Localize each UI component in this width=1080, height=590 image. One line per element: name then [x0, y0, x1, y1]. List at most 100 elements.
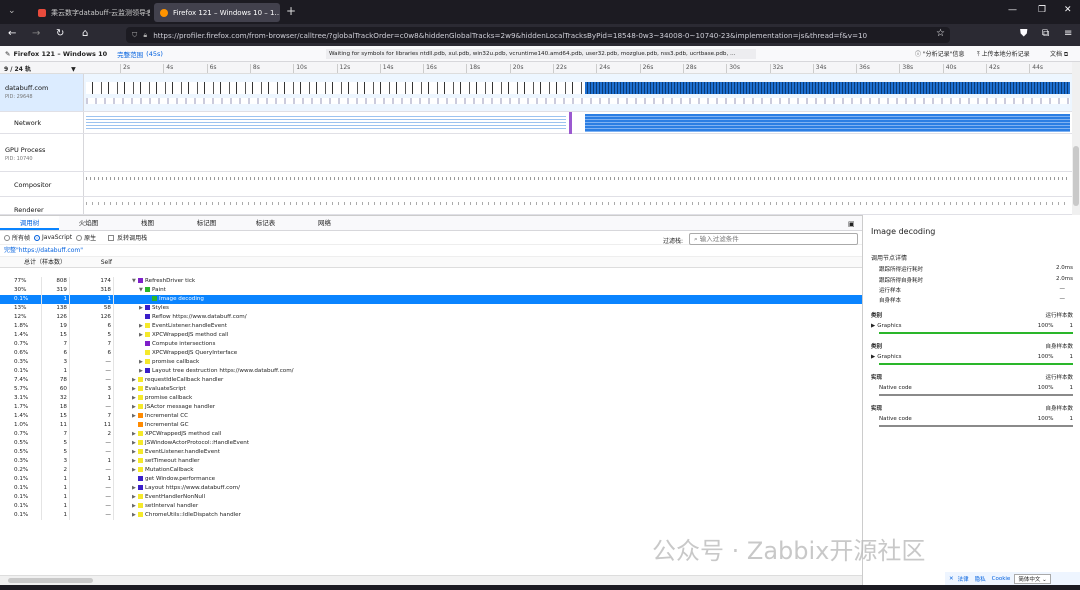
forward-icon[interactable]: →	[32, 28, 40, 39]
call-tree-row[interactable]: 1.7% 18— ▶ JSActor message handler	[0, 403, 862, 412]
language-select[interactable]: 简体中文 ⌄	[1014, 573, 1051, 584]
radio-javascript[interactable]	[34, 234, 41, 241]
scrollbar-thumb[interactable]	[1073, 146, 1079, 206]
call-tree-row[interactable]: 0.3% 3— ▶ promise callback	[0, 358, 862, 367]
timeline-tick: 18s	[466, 64, 480, 73]
function-name: EventListener.handleEvent	[152, 323, 227, 329]
tab-firefox-profiler[interactable]: Firefox 121 – Windows 10 – 1… ✕	[154, 3, 280, 22]
docs-button[interactable]: 文档 ⧉	[1050, 49, 1068, 59]
profile-title[interactable]: Firefox 121 – Windows 10	[13, 50, 107, 58]
close-icon[interactable]: ✕	[949, 576, 954, 582]
menu-icon[interactable]: ≡	[1064, 28, 1072, 39]
call-tree-row[interactable]: 12% 126 126 Reflow https://www.databuff.com…	[0, 313, 862, 322]
privacy-link[interactable]: 隐私	[975, 575, 986, 583]
tab-network[interactable]: 网络	[295, 216, 354, 230]
track-label[interactable]: Network	[0, 112, 84, 133]
call-tree-row[interactable]: 0.6% 6 6 XPCWrappedJS QueryInterface	[0, 349, 862, 358]
track-label[interactable]: databuff.com PID: 29648	[0, 74, 84, 111]
call-tree-row[interactable]: 13% 138 58 ▶ Styles	[0, 304, 862, 313]
horizontal-scrollbar[interactable]	[0, 575, 862, 585]
call-tree-row[interactable]: 0.2% 2— ▶ MutationCallback	[0, 466, 862, 475]
call-tree-row[interactable]: 0.3% 3 1 ▶ setTimeout handler	[0, 457, 862, 466]
call-tree-row[interactable]: 77% 808 174 ▼ RefreshDriver tick	[0, 277, 862, 286]
call-tree-row[interactable]: 0.1% 1 1 Image decoding	[0, 295, 862, 304]
track-label[interactable]: GPU Process PID: 10740	[0, 134, 84, 171]
tab-call-tree[interactable]: 调用树	[0, 216, 59, 230]
call-tree-row[interactable]: 7.4% 78— ▶ requestIdleCallback handler	[0, 376, 862, 385]
track-renderer[interactable]: Renderer	[0, 197, 1072, 215]
track-count-button[interactable]: 9 / 24 轨 ▼	[4, 64, 76, 73]
call-tree-row[interactable]: 0.5% 5— ▶ EventListener.handleEvent	[0, 448, 862, 457]
radio-native[interactable]	[76, 234, 83, 241]
tab-databuff[interactable]: 乘云数字databuff-云监测领导者 ✕	[32, 3, 150, 22]
call-tree-row[interactable]: 1.4% 15 7 ▶ Incremental CC	[0, 412, 862, 421]
maximize-icon[interactable]: ❐	[1038, 5, 1046, 15]
call-tree-row[interactable]: 0.7% 7 7 Compute intersections	[0, 340, 862, 349]
tab-list-icon[interactable]: ⌄	[8, 6, 16, 16]
call-tree-row[interactable]: 0.1% 1 1 get Window.performance	[0, 475, 862, 484]
bookmark-star-icon[interactable]: ☆	[936, 28, 945, 39]
track-databuff[interactable]: databuff.com PID: 29648	[0, 74, 1072, 112]
call-tree-row[interactable]: 3.1% 32 1 ▶ promise callback	[0, 394, 862, 403]
call-tree-row[interactable]: 1.8% 19 6 ▶ EventListener.handleEvent	[0, 322, 862, 331]
shield-icon[interactable]: ⛉	[132, 30, 137, 40]
call-tree-row[interactable]: 0.7% 7 2 ▶ XPCWrappedJS method call	[0, 430, 862, 439]
extensions-icon[interactable]: ⧉	[1042, 28, 1049, 39]
pocket-icon[interactable]: ⛊	[1020, 28, 1028, 39]
category-self-item[interactable]: ▶ Graphics 100% 1	[871, 354, 1073, 360]
track-gpu-process[interactable]: GPU Process PID: 10740	[0, 134, 1072, 172]
back-icon[interactable]: ←	[8, 28, 16, 39]
function-name: RefreshDriver tick	[145, 278, 196, 284]
tab-marker-chart[interactable]: 标记图	[177, 216, 236, 230]
sidebar-toggle-icon[interactable]: ▣	[848, 220, 855, 228]
category-color-icon	[152, 296, 157, 301]
breadcrumb[interactable]: 完整"https://databuff.com"	[0, 245, 862, 257]
call-tree-row[interactable]: 0.1% 1— ▶ setInterval handler	[0, 502, 862, 511]
new-tab-button[interactable]: +	[286, 4, 296, 18]
call-tree-row[interactable]: 0.1% 1— ▶ Layout https://www.databuff.com/	[0, 484, 862, 493]
legal-link[interactable]: 法律	[958, 575, 969, 583]
row-total: 1	[42, 502, 70, 511]
call-tree-row[interactable]: 30% 319 318 ▼ Paint	[0, 286, 862, 295]
row-percentage: 0.1%	[0, 502, 42, 511]
close-window-icon[interactable]: ✕	[1064, 5, 1072, 15]
radio-all-frames[interactable]	[4, 234, 10, 241]
profile-info-button[interactable]: ⓘ "分析记录"信息	[915, 49, 964, 58]
hscroll-thumb[interactable]	[8, 578, 93, 583]
tab-marker-table[interactable]: 标记表	[236, 216, 295, 230]
track-label[interactable]: Compositor	[0, 172, 84, 196]
filter-input[interactable]: ⌕ 输入过滤条件	[689, 233, 858, 245]
invert-checkbox[interactable]	[108, 234, 115, 241]
category-run-item[interactable]: ▶ Graphics 100% 1	[871, 323, 1073, 329]
track-compositor[interactable]: Compositor	[0, 172, 1072, 197]
upload-button[interactable]: ⤒ 上传本地分析记录	[977, 49, 1030, 59]
reload-icon[interactable]: ↻	[56, 28, 64, 39]
edit-title-icon[interactable]: ✎	[5, 50, 10, 58]
call-tree-row[interactable]: 0.1% 1— ▶ EventHandlerNonNull	[0, 493, 862, 502]
category-color-icon	[145, 368, 150, 373]
tab-stack-chart[interactable]: 栈图	[118, 216, 177, 230]
row-function: ▶ EventListener.handleEvent	[114, 448, 862, 457]
call-tree-row[interactable]: 0.1% 1— ▶ ChromeUtils::IdleDispatch handler	[0, 511, 862, 520]
tracks-scrollbar[interactable]	[1072, 62, 1080, 215]
category-item: Graphics	[877, 323, 902, 329]
self-time-value: 2.0ms	[1056, 276, 1073, 282]
tab-flame-graph[interactable]: 火焰图	[59, 216, 118, 230]
track-label[interactable]: Renderer	[0, 197, 84, 214]
call-tree-row[interactable]: 5.7% 60 3 ▶ EvaluateScript	[0, 385, 862, 394]
call-tree-row[interactable]: 1.0% 11 11 Incremental GC	[0, 421, 862, 430]
home-icon[interactable]: ⌂	[82, 28, 88, 39]
call-tree-row[interactable]: 1.4% 15 5 ▶ XPCWrappedJS method call	[0, 331, 862, 340]
category-color-icon	[138, 422, 143, 427]
call-tree-row[interactable]: 0.1% 1— ▶ Layout tree destruction https://w…	[0, 367, 862, 376]
function-name: Layout https://www.databuff.com/	[145, 485, 240, 491]
row-self: 174	[70, 277, 114, 286]
full-range-link[interactable]: 完整范围	[117, 49, 143, 59]
minimize-icon[interactable]: —	[1008, 5, 1017, 15]
lock-icon[interactable]: 🔒︎	[143, 30, 147, 40]
impl-right-label: 自身样本数	[1045, 406, 1073, 412]
cookie-link[interactable]: Cookie	[992, 576, 1011, 582]
url-input[interactable]: ⛉ 🔒︎ https://profiler.firefox.com/from-b…	[126, 27, 950, 43]
call-tree-row[interactable]: 0.5% 5— ▶ JSWindowActorProtocol::HandleEven…	[0, 439, 862, 448]
track-network[interactable]: Network	[0, 112, 1072, 134]
